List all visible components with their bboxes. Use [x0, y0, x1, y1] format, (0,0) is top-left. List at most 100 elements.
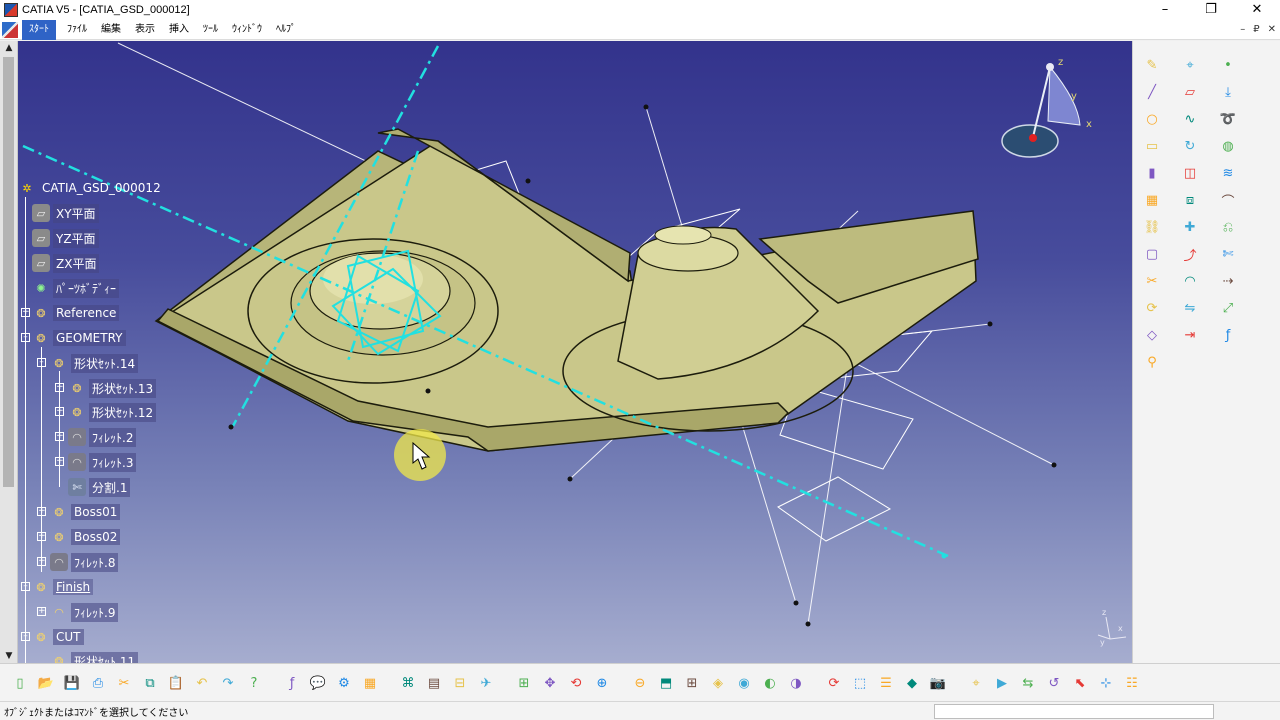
- tree-node-fillet-3[interactable]: ◠ ﾌｨﾚｯﾄ.3: [68, 451, 137, 473]
- tree-node-geoset-13[interactable]: ❂ 形状ｾｯﾄ.13: [68, 377, 157, 399]
- vertical-scrollbar[interactable]: ▲ ▼: [0, 41, 18, 663]
- expand-icon[interactable]: +: [21, 308, 30, 317]
- rotate-view-icon[interactable]: ⟲: [566, 673, 586, 693]
- sphere-icon[interactable]: ◍: [1217, 136, 1239, 156]
- catia-logo-icon[interactable]: [2, 21, 18, 38]
- tree-node-zx-plane[interactable]: ▱ ZX平面: [32, 252, 100, 274]
- properties-icon[interactable]: ☰: [876, 673, 896, 693]
- print-icon[interactable]: ⎙: [88, 673, 108, 693]
- extrapolate-icon[interactable]: ⇥: [1179, 325, 1201, 345]
- repeat-icon[interactable]: ↺: [1044, 673, 1064, 693]
- expand-icon[interactable]: +: [37, 532, 46, 541]
- tree-node-cut[interactable]: ❂ CUT: [32, 626, 84, 648]
- zoom-out-icon[interactable]: ⊖: [630, 673, 650, 693]
- doc-restore-button[interactable]: ₽: [1253, 20, 1259, 40]
- menu-start[interactable]: ｽﾀｰﾄ: [22, 19, 56, 40]
- scroll-up-icon[interactable]: ▲: [0, 41, 18, 55]
- translate-icon[interactable]: ⇢: [1217, 271, 1239, 291]
- revolve-icon[interactable]: ↻: [1179, 136, 1201, 156]
- expand-icon[interactable]: +: [55, 383, 64, 392]
- tree-node-split-1[interactable]: ✄ 分割.1: [68, 476, 131, 498]
- zoom-in-icon[interactable]: ⊕: [592, 673, 612, 693]
- pan-icon[interactable]: ✥: [540, 673, 560, 693]
- expand-icon[interactable]: +: [37, 557, 46, 566]
- formula-icon[interactable]: ƒ: [282, 673, 302, 693]
- fit-all-icon[interactable]: ⊞: [514, 673, 534, 693]
- copy-icon[interactable]: ⧉: [140, 673, 160, 693]
- paste-icon[interactable]: 📋: [166, 673, 186, 693]
- command-input[interactable]: [934, 704, 1214, 719]
- minimize-button[interactable]: –: [1142, 0, 1188, 20]
- hide-show-icon[interactable]: ◐: [760, 673, 780, 693]
- analysis-icon[interactable]: ⚲: [1141, 352, 1163, 372]
- plane-icon[interactable]: ▱: [1179, 82, 1201, 102]
- scan-icon[interactable]: ⌖: [966, 673, 986, 693]
- shading-icon[interactable]: ◉: [734, 673, 754, 693]
- untrim-icon[interactable]: ⎌: [1217, 217, 1239, 237]
- split-icon[interactable]: ✄: [1217, 244, 1239, 264]
- menu-help[interactable]: ﾍﾙﾌﾟ: [269, 20, 303, 40]
- tree-node-boss01[interactable]: ❂ Boss01: [50, 501, 121, 523]
- macro-icon[interactable]: ▶: [992, 673, 1012, 693]
- line-icon[interactable]: ╱: [1141, 82, 1163, 102]
- join-icon[interactable]: ⛓: [1141, 217, 1163, 237]
- sketch-icon[interactable]: ✎: [1141, 55, 1163, 75]
- scaling-icon[interactable]: ⤢: [1217, 298, 1239, 318]
- scroll-thumb[interactable]: [3, 57, 14, 487]
- table-icon[interactable]: ▦: [360, 673, 380, 693]
- cut-icon[interactable]: ✂: [114, 673, 134, 693]
- sweep-icon[interactable]: ≋: [1217, 163, 1239, 183]
- expand-icon[interactable]: +: [55, 432, 64, 441]
- trim-icon[interactable]: ✂: [1141, 271, 1163, 291]
- rotate-icon[interactable]: ⟳: [1141, 298, 1163, 318]
- tree-node-geometry[interactable]: ❂ GEOMETRY: [32, 327, 126, 349]
- undo-icon[interactable]: ↶: [192, 673, 212, 693]
- law-icon[interactable]: ƒ: [1217, 325, 1239, 345]
- fill-icon[interactable]: ▦: [1141, 190, 1163, 210]
- blend-icon[interactable]: ⌒: [1217, 190, 1239, 210]
- tree-icon[interactable]: ⌘: [398, 673, 418, 693]
- menu-view[interactable]: 表示: [128, 20, 162, 40]
- comment-icon[interactable]: 💬: [308, 673, 328, 693]
- expand-icon[interactable]: +: [55, 407, 64, 416]
- menu-window[interactable]: ｳｨﾝﾄﾞｳ: [225, 20, 269, 40]
- tree-node-reference[interactable]: ❂ Reference: [32, 302, 120, 324]
- doc-close-button[interactable]: ✕: [1268, 20, 1276, 40]
- iso-view-icon[interactable]: ◈: [708, 673, 728, 693]
- symmetry-icon[interactable]: ⇋: [1179, 298, 1201, 318]
- axis-system-icon[interactable]: ⌖: [1179, 55, 1201, 75]
- menu-edit[interactable]: 編集: [94, 20, 128, 40]
- update-icon[interactable]: ⟳: [824, 673, 844, 693]
- affinity-icon[interactable]: ◇: [1141, 325, 1163, 345]
- loft-icon[interactable]: ⧈: [1179, 190, 1201, 210]
- collapse-icon[interactable]: –: [21, 632, 30, 641]
- specification-tree[interactable]: ✲ CATIA_GSD_000012 ▱ XY平面 ▱ YZ平面 ▱ ZX平面 …: [18, 41, 338, 663]
- measure-icon[interactable]: ⊟: [450, 673, 470, 693]
- camera-icon[interactable]: 📷: [928, 673, 948, 693]
- tree-node-finish[interactable]: ❂ Finish: [32, 576, 94, 598]
- open-icon[interactable]: 📂: [36, 673, 56, 693]
- tree-root[interactable]: ✲ CATIA_GSD_000012: [18, 177, 164, 199]
- cylinder-icon[interactable]: ▮: [1141, 163, 1163, 183]
- swap-visible-icon[interactable]: ◑: [786, 673, 806, 693]
- instant-icon[interactable]: ⇆: [1018, 673, 1038, 693]
- menu-tools[interactable]: ﾂｰﾙ: [196, 20, 225, 40]
- wireframe-icon[interactable]: ⬚: [850, 673, 870, 693]
- helix-icon[interactable]: ➰: [1217, 109, 1239, 129]
- catalog-icon[interactable]: ▤: [424, 673, 444, 693]
- tree-node-yz-plane[interactable]: ▱ YZ平面: [32, 227, 99, 249]
- expand-icon[interactable]: +: [37, 607, 46, 616]
- offset-icon[interactable]: ◫: [1179, 163, 1201, 183]
- fillet-icon[interactable]: ◠: [1179, 271, 1201, 291]
- layers-icon[interactable]: ☷: [1122, 673, 1142, 693]
- multi-view-icon[interactable]: ⊞: [682, 673, 702, 693]
- extrude-icon[interactable]: ▭: [1141, 136, 1163, 156]
- menu-file[interactable]: ﾌｧｲﾙ: [60, 20, 94, 40]
- tree-node-fillet-8[interactable]: ◠ ﾌｨﾚｯﾄ.8: [50, 551, 119, 573]
- spline-icon[interactable]: ∿: [1179, 109, 1201, 129]
- select-icon[interactable]: ⬉: [1070, 673, 1090, 693]
- tree-node-xy-plane[interactable]: ▱ XY平面: [32, 202, 99, 224]
- tree-node-part-body[interactable]: ✺ ﾊﾟｰﾂﾎﾞﾃﾞｨｰ: [32, 277, 120, 299]
- projection-icon[interactable]: ⤓: [1217, 82, 1239, 102]
- circle-icon[interactable]: ○: [1141, 109, 1163, 129]
